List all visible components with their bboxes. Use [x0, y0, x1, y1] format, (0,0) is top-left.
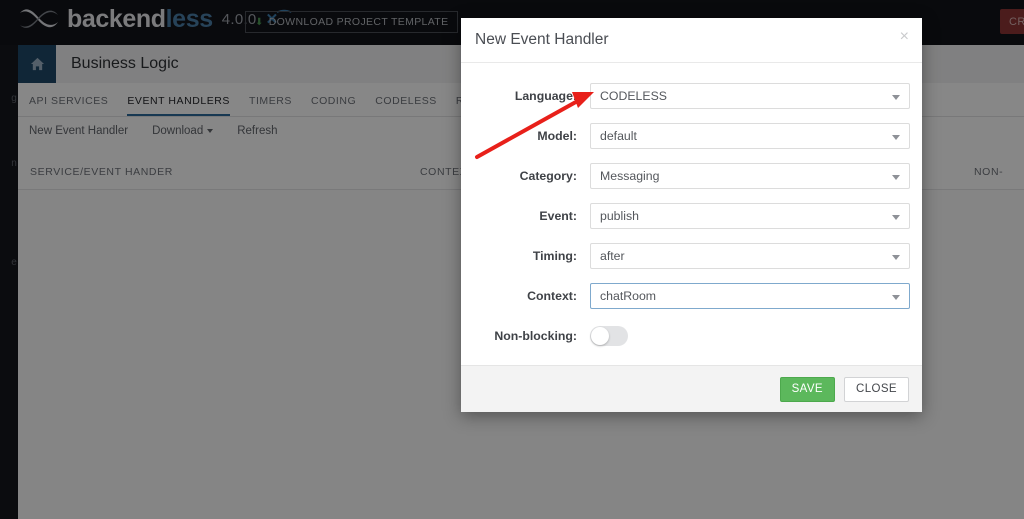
event-value: publish [600, 209, 639, 223]
form-row-language: Language: CODELESS [473, 83, 910, 109]
category-value: Messaging [600, 169, 660, 183]
toggle-knob [591, 327, 609, 345]
language-label: Language: [514, 89, 577, 103]
close-icon[interactable]: × [900, 29, 909, 45]
language-value: CODELESS [600, 89, 667, 103]
chevron-down-icon [892, 135, 900, 140]
category-label: Category: [519, 169, 577, 183]
timing-value: after [600, 249, 625, 263]
dialog-footer: SAVE CLOSE [461, 365, 922, 412]
chevron-down-icon [892, 95, 900, 100]
context-label: Context: [527, 289, 577, 303]
timing-label: Timing: [532, 249, 577, 263]
form-row-event: Event: publish [473, 203, 910, 229]
chevron-down-icon [892, 215, 900, 220]
event-label: Event: [539, 209, 577, 223]
chevron-down-icon [892, 295, 900, 300]
timing-select[interactable]: after [590, 243, 910, 269]
chevron-down-icon [892, 255, 900, 260]
event-select[interactable]: publish [590, 203, 910, 229]
save-button[interactable]: SAVE [779, 376, 835, 402]
dialog-body: Language: CODELESS Model: default Catego… [461, 63, 922, 365]
form-row-context: Context: chatRoom [473, 283, 910, 309]
context-select[interactable]: chatRoom [590, 283, 910, 309]
form-row-timing: Timing: after [473, 243, 910, 269]
dialog-header: New Event Handler × [461, 18, 922, 63]
new-event-handler-dialog: New Event Handler × Language: CODELESS M… [461, 18, 922, 412]
app-root: backendless 4.0.0 ✕⁀ ⬇ DOWNLOAD PROJECT … [0, 0, 1024, 519]
form-row-model: Model: default [473, 123, 910, 149]
form-row-non-blocking: Non-blocking: [473, 323, 910, 349]
chevron-down-icon [892, 175, 900, 180]
category-select[interactable]: Messaging [590, 163, 910, 189]
context-value: chatRoom [600, 289, 657, 303]
non-blocking-toggle[interactable] [590, 326, 628, 346]
model-label: Model: [537, 129, 577, 143]
language-select[interactable]: CODELESS [590, 83, 910, 109]
model-value: default [600, 129, 637, 143]
dialog-title: New Event Handler [475, 31, 609, 48]
cancel-button[interactable]: CLOSE [844, 376, 909, 402]
non-blocking-label: Non-blocking: [494, 329, 577, 343]
form-row-category: Category: Messaging [473, 163, 910, 189]
model-select[interactable]: default [590, 123, 910, 149]
